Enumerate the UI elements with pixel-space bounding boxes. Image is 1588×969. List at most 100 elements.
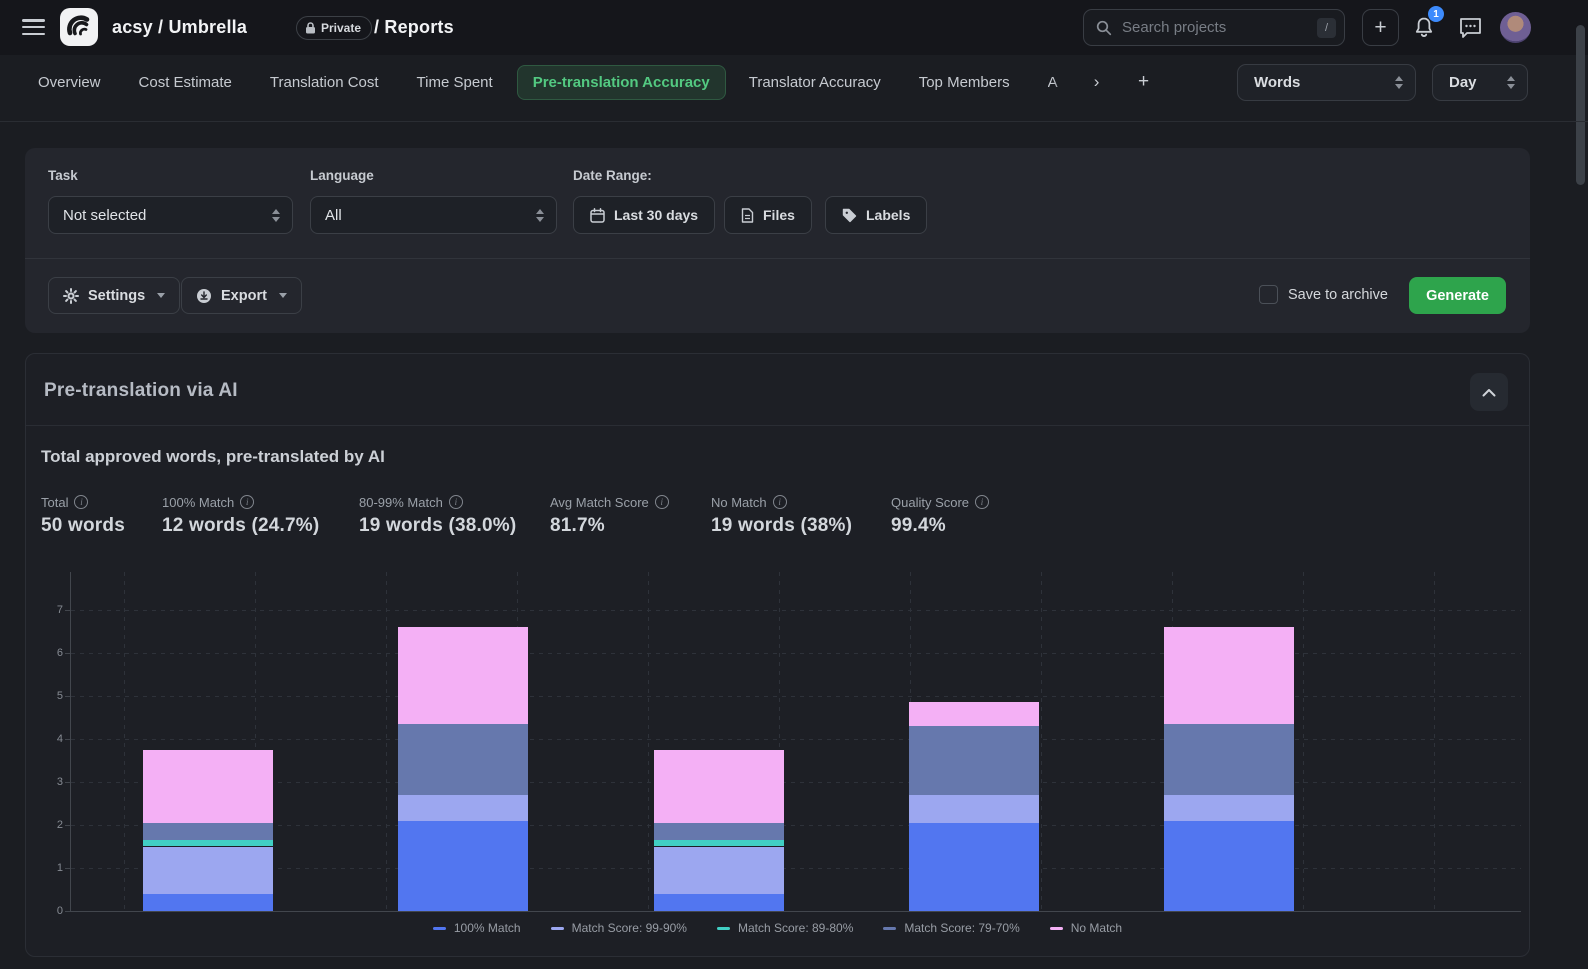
period-select-value: Day	[1449, 74, 1477, 91]
stat-value: 81.7%	[550, 515, 669, 537]
language-select[interactable]: All	[310, 196, 557, 234]
bar-segment[interactable]	[909, 823, 1039, 911]
tab-translator-accuracy[interactable]: Translator Accuracy	[749, 74, 881, 91]
app-logo[interactable]	[60, 8, 98, 46]
x-axis-line	[70, 911, 1521, 912]
bar-segment[interactable]	[654, 894, 784, 911]
unit-select[interactable]: Words	[1237, 64, 1416, 101]
tab-truncated-label: A	[1048, 74, 1058, 91]
legend-swatch	[717, 927, 730, 930]
tab-truncated[interactable]: A	[1048, 74, 1069, 91]
bar-segment[interactable]	[143, 750, 273, 823]
bar-segment[interactable]	[909, 702, 1039, 726]
legend-label: No Match	[1071, 921, 1122, 935]
info-icon[interactable]	[449, 495, 463, 509]
task-select-value: Not selected	[63, 207, 146, 224]
gridline-v	[1041, 572, 1042, 911]
legend-swatch	[551, 927, 564, 930]
date-range-value: Last 30 days	[614, 207, 698, 223]
gridline-v	[1303, 572, 1304, 911]
stacked-bar-chart	[71, 572, 1521, 911]
stat-value: 19 words (38%)	[711, 515, 852, 537]
bar-segment[interactable]	[398, 795, 528, 821]
gridline-v	[386, 572, 387, 911]
task-select[interactable]: Not selected	[48, 196, 293, 234]
legend-item[interactable]: 100% Match	[433, 921, 521, 935]
bar-segment[interactable]	[654, 847, 784, 894]
stat-avg-match-score: Avg Match Score 81.7%	[550, 494, 669, 537]
unit-select-value: Words	[1254, 74, 1300, 91]
bar-segment[interactable]	[143, 894, 273, 911]
settings-button[interactable]: Settings	[48, 277, 180, 314]
stat-label: Avg Match Score	[550, 495, 649, 510]
calendar-icon	[590, 208, 605, 223]
menu-icon[interactable]	[22, 19, 45, 35]
y-tick-label: 3	[43, 776, 63, 788]
bar-segment[interactable]	[143, 840, 273, 846]
legend-swatch	[1050, 927, 1063, 930]
bar-segment[interactable]	[398, 724, 528, 795]
bar-segment[interactable]	[909, 795, 1039, 823]
chevron-updown-icon	[272, 209, 280, 222]
tab-overview[interactable]: Overview	[38, 74, 101, 91]
tab-translation-cost[interactable]: Translation Cost	[270, 74, 379, 91]
info-icon[interactable]	[773, 495, 787, 509]
bar-segment[interactable]	[1164, 795, 1294, 821]
info-icon[interactable]	[240, 495, 254, 509]
breadcrumb-page: / Reports	[374, 0, 454, 55]
section-title: Pre-translation via AI	[44, 380, 238, 402]
bar-segment[interactable]	[143, 823, 273, 840]
export-button[interactable]: Export	[181, 277, 302, 314]
privacy-badge-label: Private	[321, 21, 361, 35]
period-select[interactable]: Day	[1432, 64, 1528, 101]
chevron-updown-icon	[1395, 76, 1403, 89]
y-tick-label: 0	[43, 905, 63, 917]
info-icon[interactable]	[975, 495, 989, 509]
breadcrumb-project[interactable]: acsy / Umbrella	[112, 0, 247, 55]
bar-segment[interactable]	[1164, 627, 1294, 724]
date-range-label: Date Range:	[573, 168, 652, 183]
tab-cost-estimate[interactable]: Cost Estimate	[139, 74, 232, 91]
save-to-archive-checkbox[interactable]	[1259, 285, 1278, 304]
filter-panel-divider	[25, 258, 1530, 259]
legend-item[interactable]: No Match	[1050, 921, 1122, 935]
bar-segment[interactable]	[909, 726, 1039, 795]
chat-icon[interactable]	[1458, 17, 1483, 39]
tabs-scroll-right-chevron-icon[interactable]: ›	[1083, 68, 1111, 96]
tab-pretranslation-accuracy[interactable]: Pre-translation Accuracy	[517, 65, 726, 100]
gear-icon	[63, 288, 79, 304]
files-button[interactable]: Files	[724, 196, 812, 234]
bar-segment[interactable]	[1164, 724, 1294, 795]
tab-top-members[interactable]: Top Members	[919, 74, 1010, 91]
stat-80-99-match: 80-99% Match 19 words (38.0%)	[359, 494, 516, 537]
avatar[interactable]	[1500, 12, 1531, 43]
date-range-button[interactable]: Last 30 days	[573, 196, 715, 234]
bar-segment[interactable]	[398, 821, 528, 911]
info-icon[interactable]	[74, 495, 88, 509]
chevron-updown-icon	[1507, 76, 1515, 89]
info-icon[interactable]	[655, 495, 669, 509]
bar-segment[interactable]	[654, 823, 784, 840]
labels-button[interactable]: Labels	[825, 196, 927, 234]
bar-segment[interactable]	[654, 840, 784, 846]
bar-segment[interactable]	[1164, 821, 1294, 911]
bar-segment[interactable]	[143, 847, 273, 894]
legend-item[interactable]: Match Score: 79-70%	[883, 921, 1019, 935]
create-project-button[interactable]: +	[1362, 9, 1399, 46]
save-to-archive-label: Save to archive	[1288, 287, 1388, 303]
search-input[interactable]	[1122, 19, 1317, 36]
generate-button[interactable]: Generate	[1409, 277, 1506, 314]
search-box[interactable]: /	[1083, 9, 1345, 46]
stat-label: No Match	[711, 495, 767, 510]
add-report-tab-button[interactable]: +	[1131, 69, 1157, 95]
tab-time-spent[interactable]: Time Spent	[417, 74, 493, 91]
legend-label: 100% Match	[454, 921, 521, 935]
task-label: Task	[48, 168, 78, 183]
stat-value: 12 words (24.7%)	[162, 515, 319, 537]
collapse-section-button[interactable]	[1470, 373, 1508, 411]
gridline-v	[648, 572, 649, 911]
legend-item[interactable]: Match Score: 89-80%	[717, 921, 853, 935]
bar-segment[interactable]	[398, 627, 528, 724]
bar-segment[interactable]	[654, 750, 784, 823]
legend-item[interactable]: Match Score: 99-90%	[551, 921, 687, 935]
